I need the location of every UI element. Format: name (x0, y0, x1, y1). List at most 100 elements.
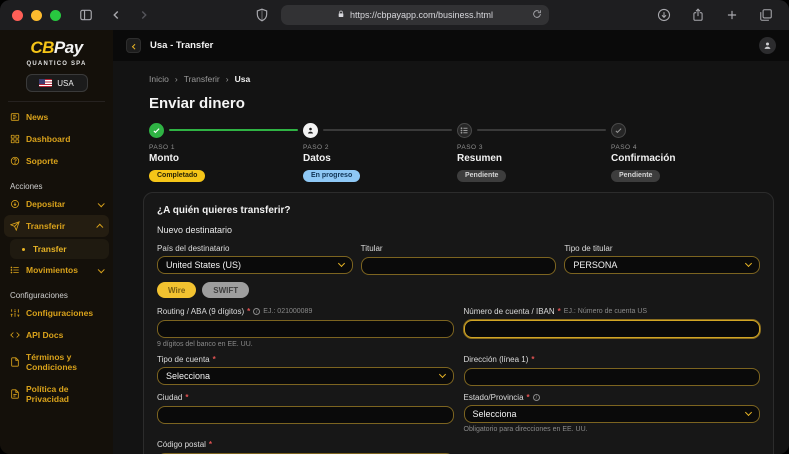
send-icon (10, 221, 20, 231)
cbpay-logo: CBPay (0, 38, 113, 58)
reload-icon[interactable] (532, 9, 542, 21)
user-card-icon (303, 123, 318, 138)
address-bar[interactable]: https://cbpayapp.com/business.html (281, 5, 549, 25)
back-icon[interactable] (105, 4, 127, 26)
field-account: Número de cuenta / IBAN * EJ.: Número de… (464, 307, 761, 348)
new-tab-icon[interactable] (721, 4, 743, 26)
lock-icon (337, 10, 345, 20)
routing-helper: 9 dígitos del banco en EE. UU. (157, 341, 454, 348)
info-icon: i (253, 308, 260, 315)
breadcrumb-separator: › (226, 74, 229, 84)
close-window-button[interactable] (12, 10, 23, 21)
field-address: Dirección (línea 1) * (464, 355, 761, 386)
city-input[interactable] (157, 406, 454, 424)
step-connector (169, 129, 298, 131)
sidebar-item-terminos[interactable]: Términos y Condiciones (0, 346, 113, 378)
chevron-down-icon (745, 409, 752, 416)
share-icon[interactable] (687, 4, 709, 26)
chevron-down-icon (438, 371, 445, 378)
minimize-window-button[interactable] (31, 10, 42, 21)
step-datos: PASO 2 Datos En progreso (303, 122, 457, 182)
bullet-icon (22, 248, 25, 251)
downloads-icon[interactable] (653, 4, 675, 26)
tab-overview-icon[interactable] (755, 4, 777, 26)
breadcrumb-usa: Usa (235, 74, 251, 84)
status-badge: En progreso (303, 170, 360, 182)
back-button[interactable] (126, 38, 141, 53)
page-title: Enviar dinero (149, 95, 759, 112)
step-monto: PASO 1 Monto Completado (149, 122, 303, 182)
chevron-down-icon (338, 260, 345, 267)
swift-pill[interactable]: SWIFT (202, 282, 249, 298)
sidebar-item-movimientos[interactable]: Movimientos (0, 259, 113, 281)
status-badge: Pendiente (611, 170, 660, 182)
sidebar-item-dashboard[interactable]: Dashboard (0, 128, 113, 150)
form-subtitle: Nuevo destinatario (157, 225, 760, 235)
address-input[interactable] (464, 368, 761, 386)
info-icon: i (533, 394, 540, 401)
status-badge: Pendiente (457, 170, 506, 182)
usa-flag-icon (39, 79, 52, 87)
field-account-type: Tipo de cuenta * Selecciona (157, 355, 454, 386)
forward-icon[interactable] (133, 4, 155, 26)
wire-pill[interactable]: Wire (157, 282, 196, 298)
help-icon (10, 156, 20, 166)
page-header-title: Usa - Transfer (150, 40, 213, 51)
sidebar-toggle-icon[interactable] (75, 4, 97, 26)
zoom-window-button[interactable] (50, 10, 61, 21)
country-selector-button[interactable]: USA (26, 74, 88, 92)
chevron-down-icon (98, 200, 105, 207)
routing-input[interactable] (157, 320, 454, 338)
document-icon (10, 357, 20, 367)
window-controls (12, 10, 61, 21)
sidebar-item-depositar[interactable]: Depositar (0, 193, 113, 215)
document-icon (10, 389, 20, 399)
field-state: Estado/Provincia * i Selecciona Obligato… (464, 393, 761, 433)
news-icon (10, 112, 20, 122)
list-icon (10, 265, 20, 275)
sidebar-item-privacidad[interactable]: Política de Privacidad (0, 378, 113, 410)
state-select[interactable]: Selecciona (464, 405, 761, 423)
check-outline-icon (611, 123, 626, 138)
settings-icon (10, 308, 20, 318)
country-select[interactable]: United States (US) (157, 256, 353, 274)
chevron-up-icon (96, 223, 103, 230)
form-question: ¿A quién quieres transferir? (157, 205, 760, 216)
sidebar-divider (8, 101, 105, 102)
company-name: QUANTICO SPA (0, 61, 113, 67)
network-toggle: Wire SWIFT (157, 282, 760, 298)
sidebar-section-acciones: Acciones (10, 182, 103, 191)
field-titular: Titular (361, 244, 557, 275)
dashboard-icon (10, 134, 20, 144)
transfer-form-card: ¿A quién quieres transferir? Nuevo desti… (143, 192, 774, 454)
breadcrumb-transferir[interactable]: Transferir (184, 74, 220, 84)
step-connector (477, 129, 606, 131)
account-input[interactable] (464, 320, 761, 338)
breadcrumb-separator: › (175, 74, 178, 84)
user-avatar[interactable] (759, 37, 776, 54)
step-confirmacion: PASO 4 Confirmación Pendiente (611, 122, 765, 182)
state-helper: Obligatorio para direcciones en EE. UU. (464, 426, 761, 433)
step-resumen: PASO 3 Resumen Pendiente (457, 122, 611, 182)
titular-input[interactable] (361, 257, 557, 275)
breadcrumb-inicio[interactable]: Inicio (149, 74, 169, 84)
sidebar-item-transferir[interactable]: Transferir (4, 215, 109, 237)
tipo-titular-select[interactable]: PERSONA (564, 256, 760, 274)
field-country: País del destinatario United States (US) (157, 244, 353, 275)
sidebar-subitem-transfer[interactable]: Transfer (10, 239, 109, 259)
sidebar-item-api-docs[interactable]: API Docs (0, 324, 113, 346)
privacy-shield-icon[interactable] (251, 4, 273, 26)
url-text: https://cbpayapp.com/business.html (350, 10, 493, 20)
sidebar-item-soporte[interactable]: Soporte (0, 150, 113, 172)
status-badge: Completado (149, 170, 205, 182)
summary-list-icon (457, 123, 472, 138)
check-icon (149, 123, 164, 138)
chevron-down-icon (745, 260, 752, 267)
field-postal: Código postal * (157, 440, 454, 454)
sidebar-item-news[interactable]: News (0, 106, 113, 128)
chevron-left-icon (131, 43, 137, 49)
account-type-select[interactable]: Selecciona (157, 367, 454, 385)
sidebar: CBPay QUANTICO SPA USA News Dashboard (0, 30, 113, 454)
code-icon (10, 330, 20, 340)
sidebar-item-configuraciones[interactable]: Configuraciones (0, 302, 113, 324)
